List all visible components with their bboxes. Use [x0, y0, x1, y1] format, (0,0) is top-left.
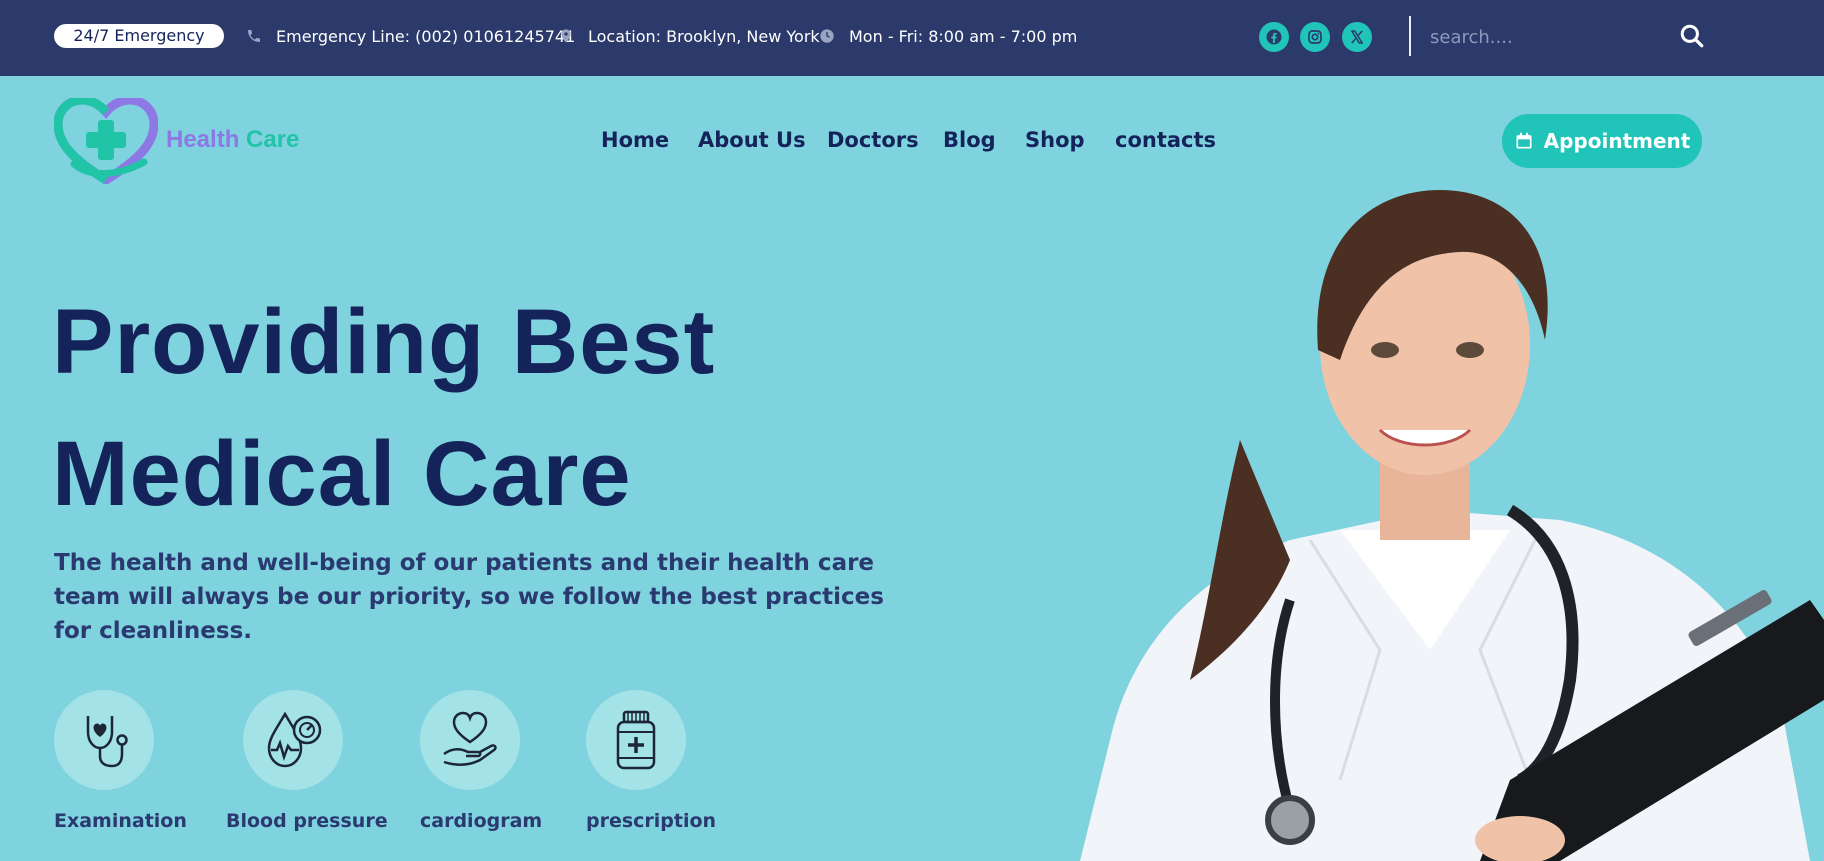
facebook-icon[interactable] — [1259, 22, 1289, 52]
service-label-cardiogram: cardiogram — [420, 810, 543, 832]
phone-icon — [248, 30, 260, 42]
nav-doctors[interactable]: Doctors — [827, 128, 919, 152]
x-icon[interactable] — [1342, 22, 1372, 52]
heart-hand-icon — [443, 711, 497, 766]
service-label-prescription: prescription — [586, 810, 717, 832]
service-label-examination: Examination — [54, 810, 187, 832]
hours-text: Mon - Fri: 8:00 am - 7:00 pm — [849, 26, 1078, 46]
calendar-icon — [1516, 132, 1532, 149]
service-cardiogram[interactable] — [420, 690, 520, 790]
nav-about-us[interactable]: About Us — [698, 128, 806, 152]
blood-pressure-icon — [267, 711, 322, 768]
top-bar: 24/7 Emergency Emergency Line: (002) 010… — [0, 0, 1824, 76]
emergency-line: Emergency Line: (002) 01061245741 — [246, 24, 575, 48]
appointment-label: Appointment — [1543, 129, 1691, 153]
doctor-image — [1080, 190, 1824, 861]
topbar-divider — [1409, 16, 1411, 56]
appointment-button[interactable]: Appointment — [1502, 114, 1702, 168]
brand-name-part1: Health — [166, 126, 240, 153]
location-text: Location: Brooklyn, New York — [588, 26, 820, 46]
brand-name-part2: Care — [246, 126, 300, 153]
nav-blog[interactable]: Blog — [943, 128, 996, 152]
nav-shop[interactable]: Shop — [1025, 128, 1085, 152]
nav-home[interactable]: Home — [601, 128, 669, 152]
emergency-badge: 24/7 Emergency — [54, 24, 224, 48]
service-examination[interactable] — [54, 690, 154, 790]
clock-icon — [820, 29, 834, 43]
pill-bottle-icon — [616, 710, 656, 770]
hours: Mon - Fri: 8:00 am - 7:00 pm — [819, 24, 1077, 48]
brand-name[interactable]: Health Care — [166, 126, 299, 154]
emergency-line-text: Emergency Line: (002) 01061245741 — [276, 26, 576, 46]
hero-title-line2: Medical Care — [52, 423, 632, 525]
service-blood-pressure[interactable] — [243, 690, 343, 790]
nav-contacts[interactable]: contacts — [1115, 128, 1216, 152]
hero-title-line1: Providing Best — [52, 291, 716, 393]
service-prescription[interactable] — [586, 690, 686, 790]
location: Location: Brooklyn, New York — [558, 24, 820, 48]
stethoscope-icon — [86, 716, 128, 768]
logo[interactable] — [53, 95, 159, 186]
instagram-icon[interactable] — [1300, 22, 1330, 52]
heart-cross-logo-icon — [53, 95, 159, 186]
search-input[interactable] — [1420, 18, 1670, 56]
service-label-blood-pressure: Blood pressure — [226, 810, 388, 832]
search-button[interactable] — [1676, 20, 1708, 52]
hero-subtitle: The health and well-being of our patient… — [54, 550, 884, 644]
map-pin-icon — [561, 29, 571, 43]
search-icon — [1680, 24, 1704, 48]
